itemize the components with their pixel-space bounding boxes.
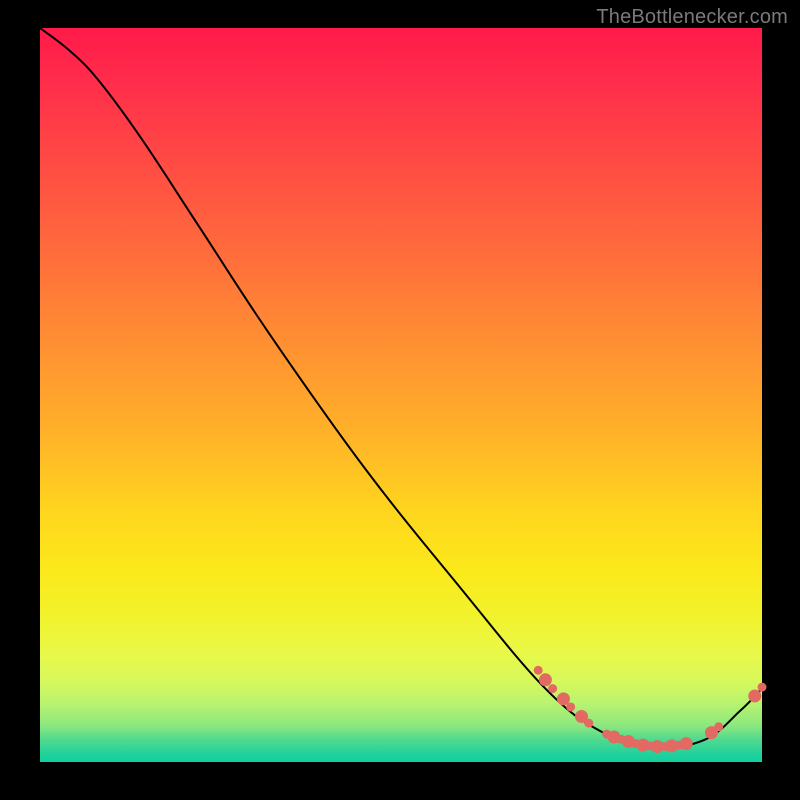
data-dot (566, 702, 575, 711)
data-dot (584, 719, 593, 728)
curve-svg (40, 28, 762, 762)
data-dot (534, 666, 543, 675)
main-curve (40, 28, 762, 748)
data-dot (758, 683, 767, 692)
data-dot (548, 684, 557, 693)
chart-stage: TheBottlenecker.com (0, 0, 800, 800)
dots-group (534, 666, 767, 753)
attribution-text: TheBottlenecker.com (596, 6, 788, 29)
data-dot (539, 673, 552, 686)
data-dot (680, 737, 693, 750)
data-dot (714, 722, 723, 731)
data-dot (748, 689, 761, 702)
plot-area (40, 28, 762, 762)
